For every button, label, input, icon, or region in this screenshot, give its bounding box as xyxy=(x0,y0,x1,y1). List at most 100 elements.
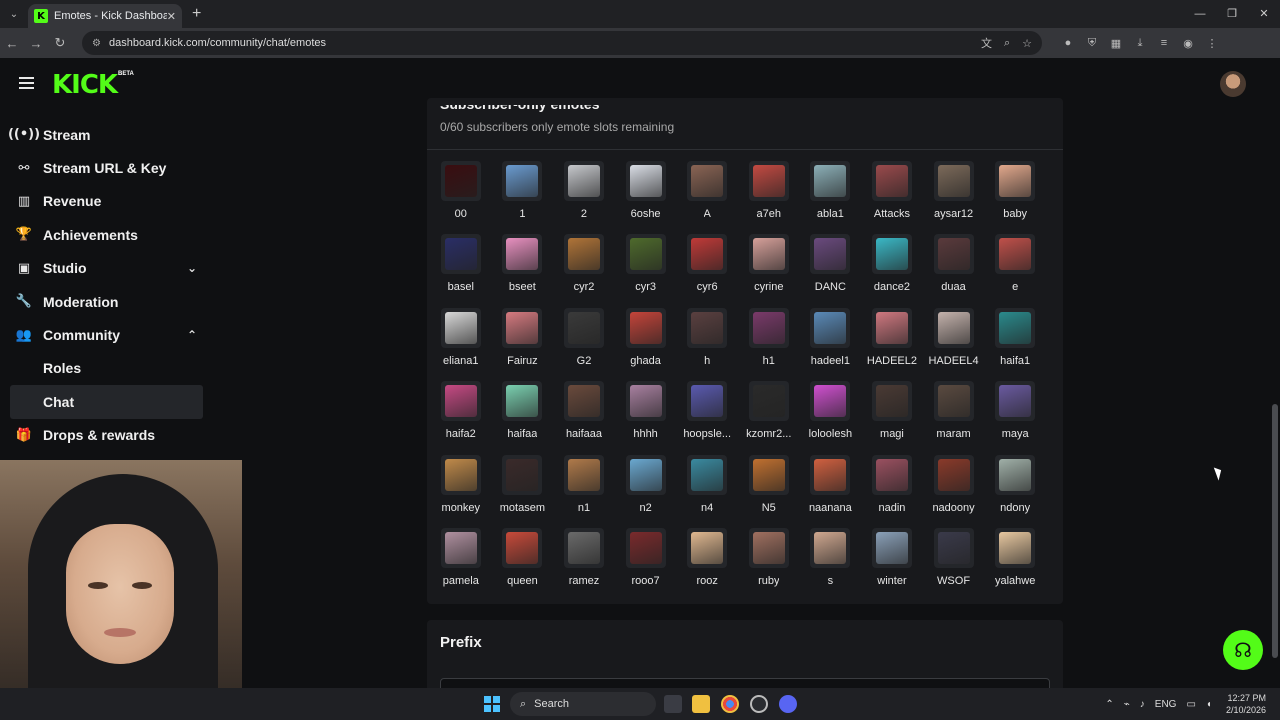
app-icon[interactable] xyxy=(750,695,768,713)
emote-thumbnail[interactable] xyxy=(687,381,728,422)
emote-item[interactable]: hhhh xyxy=(615,381,677,454)
bookmark-star-icon[interactable]: ☆ xyxy=(1022,37,1032,50)
emote-item[interactable]: duaa xyxy=(923,234,985,307)
emote-item[interactable]: 00 xyxy=(430,161,492,234)
emote-item[interactable]: bseet xyxy=(492,234,554,307)
close-tab-icon[interactable]: ✕ xyxy=(167,10,176,23)
address-bar[interactable]: ⚙ dashboard.kick.com/community/chat/emot… xyxy=(82,31,1042,55)
emote-item[interactable]: baby xyxy=(984,161,1046,234)
sidebar-item-achievements[interactable]: 🏆 Achievements xyxy=(10,218,203,251)
restore-icon[interactable]: ❐ xyxy=(1216,0,1248,28)
emote-item[interactable]: ndony xyxy=(984,454,1046,528)
emote-thumbnail[interactable] xyxy=(563,381,604,422)
emote-item[interactable]: monkey xyxy=(430,454,492,528)
emote-thumbnail[interactable] xyxy=(625,381,666,422)
emote-item[interactable]: nadin xyxy=(861,454,923,528)
emote-item[interactable]: G2 xyxy=(553,307,615,381)
display-icon[interactable]: ▭ xyxy=(1186,699,1195,710)
sidebar-item-community[interactable]: 👥 Community ⌃ xyxy=(10,318,203,351)
emote-item[interactable]: magi xyxy=(861,381,923,454)
emote-item[interactable]: loloolesh xyxy=(800,381,862,454)
emote-thumbnail[interactable] xyxy=(933,161,974,201)
emote-item[interactable]: yalahwe xyxy=(984,527,1046,601)
emote-item[interactable]: A xyxy=(676,161,738,234)
emote-item[interactable]: 2 xyxy=(553,161,615,234)
emote-item[interactable]: motasem xyxy=(492,454,554,528)
sidebar-item-stream-url-key[interactable]: ⚯ Stream URL & Key xyxy=(10,151,203,184)
emote-item[interactable]: DANC xyxy=(800,234,862,307)
emote-thumbnail[interactable] xyxy=(871,527,912,568)
extension-icon[interactable]: ● xyxy=(1056,37,1080,50)
task-view-icon[interactable] xyxy=(664,695,682,713)
emote-thumbnail[interactable] xyxy=(748,527,789,568)
emote-item[interactable]: ruby xyxy=(738,527,800,601)
emote-thumbnail[interactable] xyxy=(687,234,728,275)
emote-thumbnail[interactable] xyxy=(502,307,543,348)
back-icon[interactable]: ← xyxy=(0,36,24,51)
file-explorer-icon[interactable] xyxy=(692,695,710,713)
emote-item[interactable]: rooo7 xyxy=(615,527,677,601)
discord-icon[interactable] xyxy=(779,695,797,713)
emote-thumbnail[interactable] xyxy=(810,234,851,275)
emote-item[interactable]: 1 xyxy=(492,161,554,234)
emote-thumbnail[interactable] xyxy=(995,454,1036,495)
emote-thumbnail[interactable] xyxy=(933,454,974,495)
emote-thumbnail[interactable] xyxy=(563,234,604,275)
emote-item[interactable]: ramez xyxy=(553,527,615,601)
emote-thumbnail[interactable] xyxy=(687,454,728,495)
new-tab-icon[interactable]: + xyxy=(192,5,201,23)
tab-search-icon[interactable]: ⌄ xyxy=(0,0,28,28)
emote-thumbnail[interactable] xyxy=(995,527,1036,568)
emote-thumbnail[interactable] xyxy=(748,454,789,495)
emote-thumbnail[interactable] xyxy=(687,307,728,348)
emote-item[interactable]: winter xyxy=(861,527,923,601)
sidebar-item-studio[interactable]: ▣ Studio ⌄ xyxy=(10,252,203,285)
emote-item[interactable]: 6oshe xyxy=(615,161,677,234)
emote-item[interactable]: HADEEL4 xyxy=(923,307,985,381)
emote-item[interactable]: hadeel1 xyxy=(800,307,862,381)
emote-thumbnail[interactable] xyxy=(871,454,912,495)
emote-item[interactable]: haifaaa xyxy=(553,381,615,454)
emote-thumbnail[interactable] xyxy=(871,234,912,275)
browser-tab[interactable]: K Emotes - Kick Dashboard ✕ xyxy=(28,4,182,28)
emote-thumbnail[interactable] xyxy=(995,161,1036,201)
emote-item[interactable]: n2 xyxy=(615,454,677,528)
browser-menu-icon[interactable]: ⋮ xyxy=(1200,37,1224,50)
sidebar-item-stream[interactable]: ((•)) Stream xyxy=(8,118,203,151)
emote-item[interactable]: naanana xyxy=(800,454,862,528)
emote-item[interactable]: Fairuz xyxy=(492,307,554,381)
site-info-icon[interactable]: ⚙ xyxy=(92,38,101,49)
emote-thumbnail[interactable] xyxy=(563,161,604,201)
emote-thumbnail[interactable] xyxy=(625,307,666,348)
emote-item[interactable]: N5 xyxy=(738,454,800,528)
emote-item[interactable]: maya xyxy=(984,381,1046,454)
emote-thumbnail[interactable] xyxy=(871,307,912,348)
support-chat-button[interactable]: ☊ xyxy=(1223,630,1263,670)
emote-item[interactable]: n4 xyxy=(676,454,738,528)
emote-thumbnail[interactable] xyxy=(687,527,728,568)
emote-thumbnail[interactable] xyxy=(440,381,481,422)
emote-item[interactable]: n1 xyxy=(553,454,615,528)
emote-thumbnail[interactable] xyxy=(748,161,789,201)
emote-thumbnail[interactable] xyxy=(810,307,851,348)
emote-thumbnail[interactable] xyxy=(625,161,666,201)
emote-item[interactable]: haifaa xyxy=(492,381,554,454)
emote-thumbnail[interactable] xyxy=(563,527,604,568)
emote-item[interactable]: Attacks xyxy=(861,161,923,234)
emote-thumbnail[interactable] xyxy=(995,381,1036,422)
kick-logo[interactable]: KICK xyxy=(52,70,118,100)
chevron-down-icon[interactable]: ⌄ xyxy=(187,261,197,275)
shield-icon[interactable]: ⛨ xyxy=(1080,37,1104,50)
emote-thumbnail[interactable] xyxy=(440,307,481,348)
emote-thumbnail[interactable] xyxy=(933,527,974,568)
emote-item[interactable]: basel xyxy=(430,234,492,307)
emote-thumbnail[interactable] xyxy=(995,234,1036,275)
emote-thumbnail[interactable] xyxy=(810,381,851,422)
translate-icon[interactable]: 文 xyxy=(981,35,992,51)
emote-item[interactable]: maram xyxy=(923,381,985,454)
emote-item[interactable]: cyr3 xyxy=(615,234,677,307)
emote-item[interactable]: cyr6 xyxy=(676,234,738,307)
emote-thumbnail[interactable] xyxy=(933,381,974,422)
emote-item[interactable]: dance2 xyxy=(861,234,923,307)
emote-item[interactable]: WSOF xyxy=(923,527,985,601)
